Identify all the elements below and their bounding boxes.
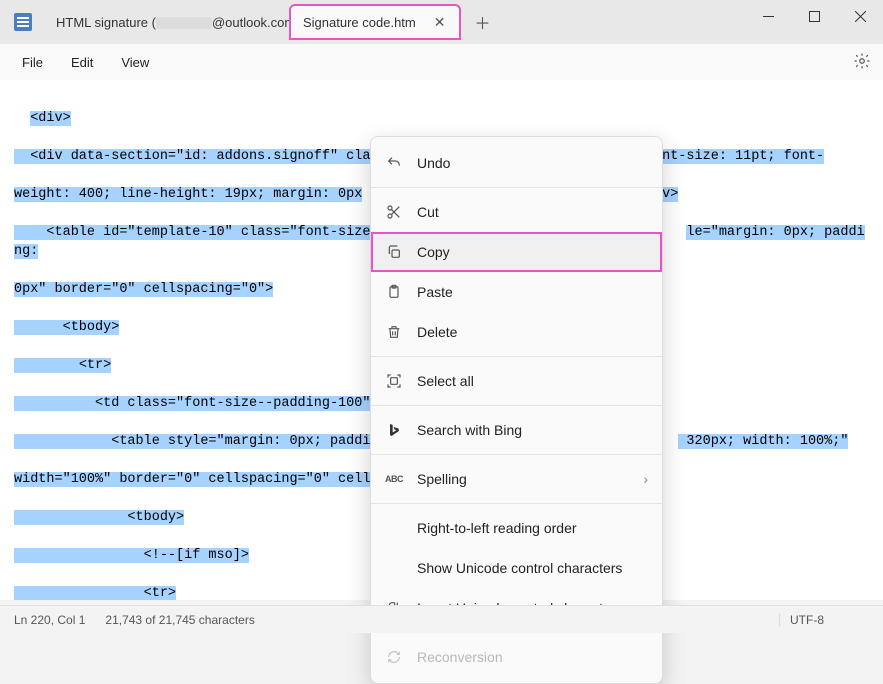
status-position: Ln 220, Col 1 (14, 613, 85, 627)
ctx-label: Spelling (417, 471, 467, 487)
copy-icon (385, 243, 403, 261)
ctx-label: Select all (417, 373, 474, 389)
titlebar: HTML signature (@outlook.com). Signature… (0, 0, 883, 44)
menu-file[interactable]: File (8, 51, 57, 74)
ctx-label: Search with Bing (417, 422, 522, 438)
blank-icon (385, 519, 403, 537)
chevron-right-icon: › (643, 471, 648, 487)
abc-icon: ABC (385, 470, 403, 488)
ctx-label: Delete (417, 324, 457, 340)
ctx-rtl[interactable]: Right-to-left reading order (371, 508, 662, 548)
status-chars: 21,743 of 21,745 characters (105, 613, 254, 627)
tab-label: Signature code.htm (303, 15, 416, 30)
menubar: File Edit View (0, 44, 883, 80)
ctx-select-all[interactable]: Select all (371, 361, 662, 401)
ctx-label: Paste (417, 284, 453, 300)
separator (371, 356, 662, 357)
select-all-icon (385, 372, 403, 390)
notepad-icon (14, 13, 32, 31)
refresh-icon (385, 648, 403, 666)
menu-view[interactable]: View (107, 51, 163, 74)
tab-label: HTML signature (@outlook.com). (56, 15, 289, 30)
gear-icon[interactable] (853, 52, 871, 73)
ctx-delete[interactable]: Delete (371, 312, 662, 352)
ctx-label: Show Unicode control characters (417, 560, 622, 576)
close-window-button[interactable] (837, 0, 883, 32)
code-line: <div> (14, 109, 869, 128)
scissors-icon (385, 203, 403, 221)
ctx-undo[interactable]: Undo (371, 143, 662, 183)
separator (371, 454, 662, 455)
maximize-button[interactable] (791, 0, 837, 32)
redacted-text (156, 17, 212, 29)
ctx-reconversion: Reconversion (371, 637, 662, 677)
separator (371, 503, 662, 504)
ctx-label: Copy (417, 244, 450, 260)
trash-icon (385, 323, 403, 341)
ctx-spelling[interactable]: ABC Spelling › (371, 459, 662, 499)
ctx-bing[interactable]: Search with Bing (371, 410, 662, 450)
paste-icon (385, 283, 403, 301)
ctx-label: Reconversion (417, 649, 503, 665)
statusbar: Ln 220, Col 1 21,743 of 21,745 character… (0, 605, 883, 633)
status-encoding: UTF-8 (779, 613, 869, 627)
window-controls (745, 0, 883, 32)
undo-icon (385, 154, 403, 172)
close-icon[interactable]: ✕ (432, 14, 448, 31)
tab-inactive[interactable]: HTML signature (@outlook.com). (44, 4, 289, 40)
ctx-label: Right-to-left reading order (417, 520, 577, 536)
separator (371, 187, 662, 188)
new-tab-button[interactable]: ＋ (467, 7, 497, 37)
ctx-label: Undo (417, 155, 450, 171)
tab-active[interactable]: Signature code.htm ✕ (289, 4, 461, 40)
ctx-show-unicode[interactable]: Show Unicode control characters (371, 548, 662, 588)
menu-edit[interactable]: Edit (57, 51, 107, 74)
bing-icon (385, 421, 403, 439)
separator (371, 405, 662, 406)
ctx-cut[interactable]: Cut (371, 192, 662, 232)
ctx-copy[interactable]: Copy (371, 232, 662, 272)
context-menu: Undo Cut Copy Paste Delete Select all Se… (370, 136, 663, 684)
blank-icon (385, 559, 403, 577)
ctx-label: Cut (417, 204, 439, 220)
minimize-button[interactable] (745, 0, 791, 32)
ctx-paste[interactable]: Paste (371, 272, 662, 312)
